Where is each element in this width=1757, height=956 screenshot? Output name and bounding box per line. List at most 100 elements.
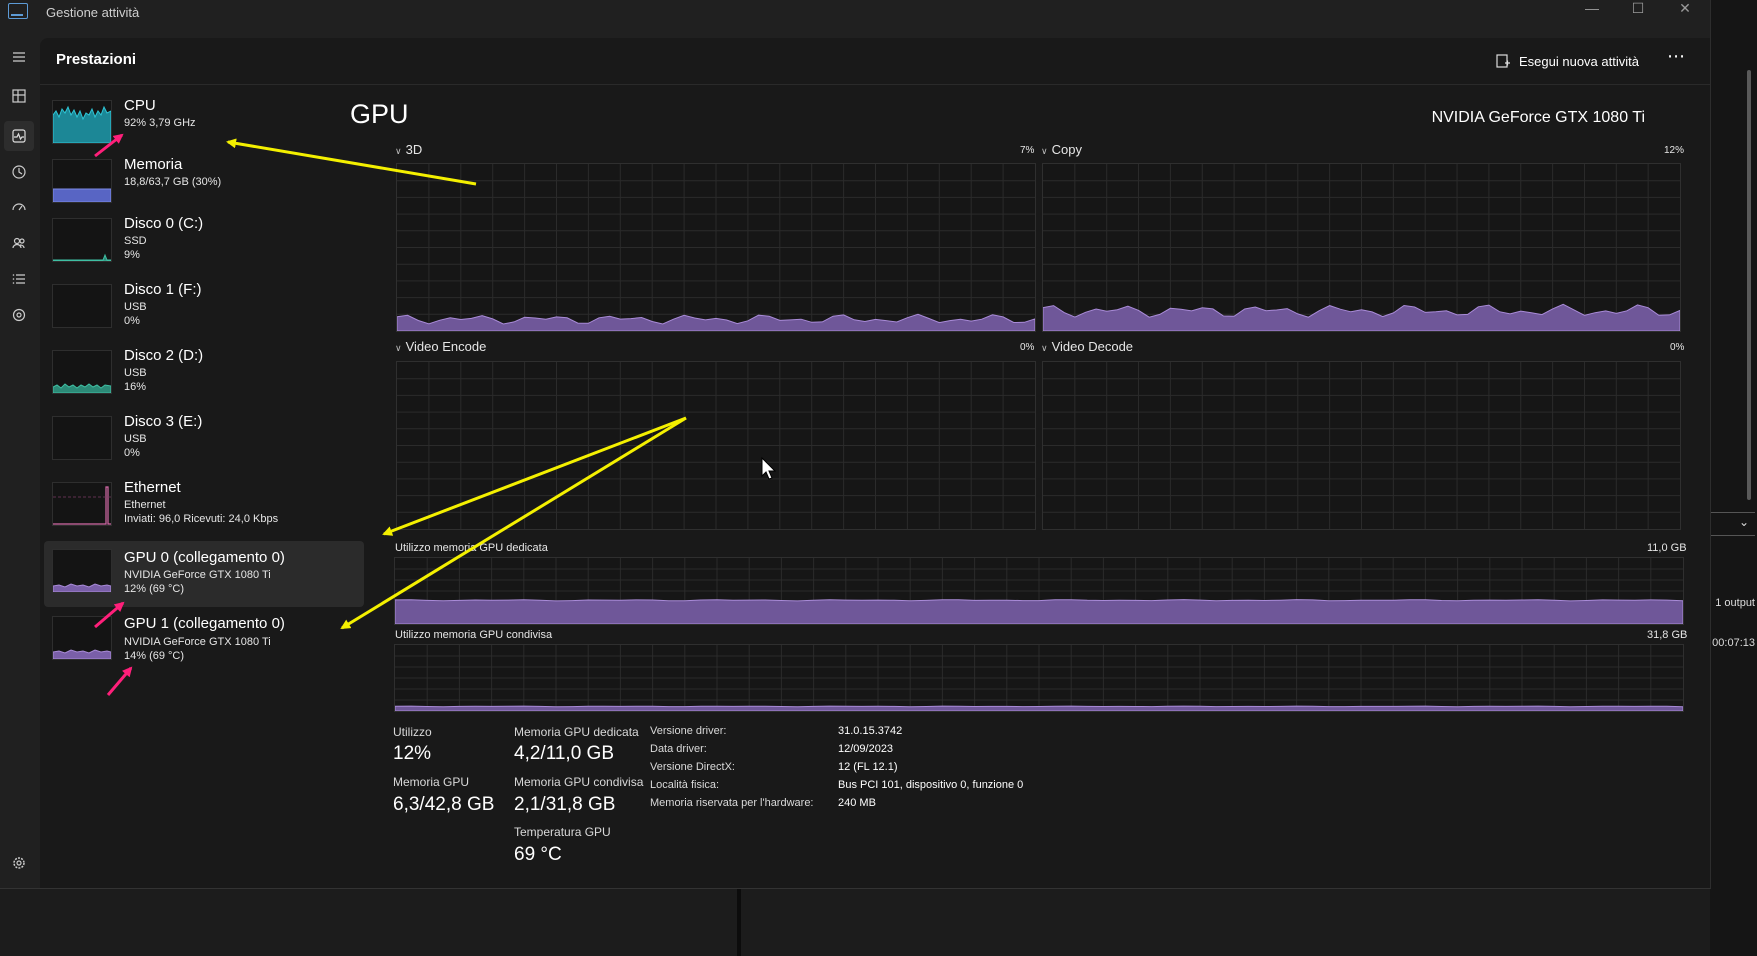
sidebar-item-detail: Ethernet — [124, 499, 166, 511]
engine-label: 3D — [405, 142, 423, 157]
nav-app-history[interactable] — [4, 157, 34, 187]
window-title: Gestione attività — [46, 5, 140, 20]
background-output-text: 1 output — [1715, 597, 1755, 609]
dedicated-memory-graph — [394, 557, 1684, 625]
sidebar-item-detail: USB — [124, 301, 147, 313]
sidebar-item-disk-3[interactable]: Disco 3 (E:) USB 0% — [44, 412, 364, 474]
chevron-down-icon: ∨ — [1041, 343, 1048, 353]
sidebar-item-detail: USB — [124, 433, 147, 445]
driver-version-label: Versione driver: — [650, 725, 727, 737]
sidebar-item-detail: Inviati: 96,0 Ricevuti: 24,0 Kbps — [124, 513, 279, 525]
engine-copy-selector[interactable]: ∨ Copy — [1041, 142, 1082, 157]
disk-3-thumbnail-graph — [52, 416, 112, 460]
shared-memory-stat-value: 2,1/31,8 GB — [514, 794, 616, 815]
sidebar-item-name: GPU 0 (collegamento 0) — [124, 549, 285, 566]
more-options-button[interactable]: ⋯ — [1667, 46, 1686, 67]
engine-copy-percent: 12% — [1664, 145, 1685, 156]
shared-memory-label: Utilizzo memoria GPU condivisa — [395, 629, 553, 641]
shared-memory-graph — [394, 644, 1684, 712]
chevron-down-icon: ∨ — [395, 343, 402, 353]
graph-3d-svg — [397, 164, 1035, 331]
reserved-memory-label: Memoria riservata per l'hardware: — [650, 797, 814, 809]
sidebar-item-memory[interactable]: Memoria 18,8/63,7 GB (30%) — [44, 155, 364, 217]
graph-dedicated-svg — [395, 558, 1683, 624]
navigation-rail — [0, 26, 40, 888]
dedicated-memory-max: 11,0 GB — [1647, 542, 1687, 554]
dedicated-memory-stat-value: 4,2/11,0 GB — [514, 743, 614, 764]
usage-area — [395, 705, 1683, 711]
gpu-title: GPU — [350, 99, 409, 129]
sidebar-item-name: Disco 0 (C:) — [124, 215, 204, 232]
graph-encode-svg — [397, 362, 1035, 529]
sidebar-item-detail: NVIDIA GeForce GTX 1080 Ti — [124, 636, 271, 648]
minimize-button[interactable]: — — [1572, 0, 1612, 16]
disk-0-thumbnail-graph — [52, 218, 112, 262]
gpu-model-name: NVIDIA GeForce GTX 1080 Ti — [1431, 109, 1645, 126]
graph-copy-svg — [1043, 164, 1680, 331]
history-icon — [12, 165, 26, 179]
processes-icon — [12, 89, 26, 103]
engine-label: Video Encode — [405, 339, 487, 354]
nav-users[interactable] — [4, 228, 34, 258]
sidebar-item-ethernet[interactable]: Ethernet Ethernet Inviati: 96,0 Ricevuti… — [44, 478, 364, 540]
maximize-button[interactable]: ☐ — [1618, 0, 1658, 17]
engine-video-encode-percent: 0% — [1020, 342, 1035, 353]
engine-video-decode-percent: 0% — [1670, 342, 1685, 353]
background-time-text: 00:07:13 — [1712, 637, 1755, 649]
engine-copy-graph — [1042, 163, 1681, 332]
physical-location-value: Bus PCI 101, dispositivo 0, funzione 0 — [838, 779, 1024, 791]
driver-date-value: 12/09/2023 — [838, 743, 894, 755]
gpu-temperature-value: 69 °C — [514, 844, 562, 865]
nav-processes[interactable] — [4, 81, 34, 111]
nav-startup-apps[interactable] — [4, 192, 34, 222]
task-manager-icon — [8, 3, 28, 19]
sidebar-item-detail: 0% — [124, 447, 140, 459]
sidebar-item-detail: SSD — [124, 235, 147, 247]
sidebar-item-name: Disco 2 (D:) — [124, 347, 204, 364]
chevron-down-icon: ⌄ — [1738, 515, 1749, 529]
background-divider — [737, 888, 741, 956]
graph-decode-svg — [1043, 362, 1680, 529]
gear-icon — [13, 857, 25, 869]
nav-details[interactable] — [4, 264, 34, 294]
sidebar-item-detail: USB — [124, 367, 147, 379]
utilization-label: Utilizzo — [393, 725, 432, 739]
engine-video-encode-selector[interactable]: ∨ Video Encode — [395, 339, 486, 354]
graph-shared-svg — [395, 645, 1683, 711]
sidebar-item-disk-2[interactable]: Disco 2 (D:) USB 16% — [44, 346, 364, 408]
ethernet-thumbnail-graph — [52, 482, 112, 526]
dedicated-memory-label: Utilizzo memoria GPU dedicata — [395, 542, 548, 554]
engine-3d-selector[interactable]: ∨ 3D — [395, 142, 422, 157]
sidebar-item-gpu-0[interactable]: GPU 0 (collegamento 0) NVIDIA GeForce GT… — [44, 541, 364, 607]
sidebar-item-detail: NVIDIA GeForce GTX 1080 Ti — [124, 569, 271, 581]
performance-icon — [12, 129, 26, 143]
users-icon — [12, 237, 25, 249]
sidebar-item-detail: 16% — [124, 381, 147, 393]
sidebar-item-name: Memoria — [124, 156, 183, 173]
sidebar-item-gpu-1[interactable]: GPU 1 (collegamento 0) NVIDIA GeForce GT… — [44, 614, 364, 676]
run-new-task-button[interactable]: Esegui nuova attività — [1495, 50, 1639, 72]
desktop-background — [0, 888, 1757, 956]
engine-label: Copy — [1051, 142, 1082, 157]
details-list-icon — [12, 274, 25, 284]
title-bar: Gestione attività — ☐ ✕ — [0, 0, 1710, 26]
nav-services[interactable] — [4, 300, 34, 330]
sidebar-item-disk-0[interactable]: Disco 0 (C:) SSD 9% — [44, 214, 364, 276]
new-task-icon — [1496, 54, 1510, 68]
background-app: ⌄ 1 output 00:07:13 — [1710, 0, 1757, 956]
settings-button[interactable] — [4, 848, 34, 878]
sidebar-item-name: Ethernet — [124, 479, 181, 496]
directx-version-value: 12 (FL 12.1) — [838, 761, 898, 773]
sidebar-item-name: GPU 1 (collegamento 0) — [124, 615, 285, 632]
close-button[interactable]: ✕ — [1665, 0, 1705, 17]
gpu-temperature-label: Temperatura GPU — [514, 825, 611, 839]
engine-video-decode-selector[interactable]: ∨ Video Decode — [1041, 339, 1133, 354]
sidebar-item-disk-1[interactable]: Disco 1 (F:) USB 0% — [44, 280, 364, 342]
task-manager-window: Gestione attività — ☐ ✕ Prestazioni Eseg… — [0, 0, 1711, 889]
nav-performance[interactable] — [4, 121, 34, 151]
sidebar-item-detail: 0% — [124, 315, 140, 327]
chevron-down-icon: ∨ — [1041, 146, 1048, 156]
sidebar-item-cpu[interactable]: CPU 92% 3,79 GHz — [44, 96, 364, 158]
engine-3d-percent: 7% — [1020, 145, 1035, 156]
menu-button[interactable] — [4, 42, 34, 72]
